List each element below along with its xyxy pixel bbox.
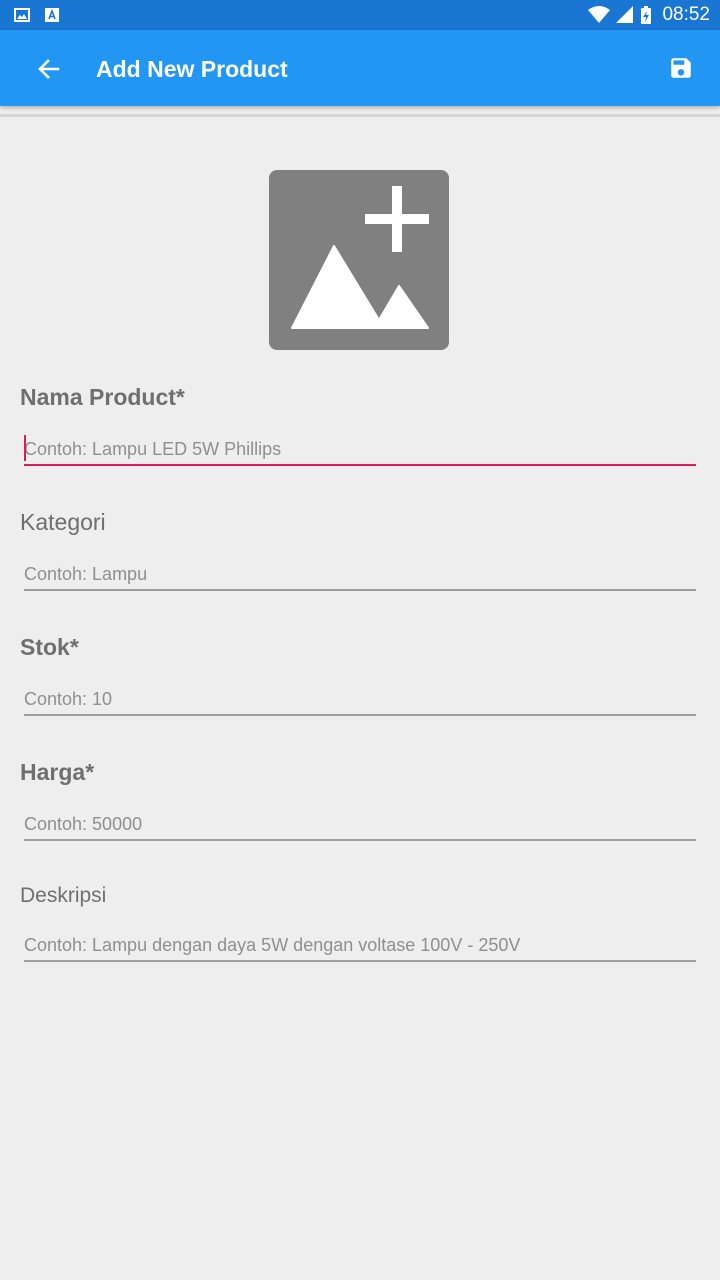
app-bar: Add New Product [0,30,720,106]
price-label: Harga* [20,759,95,785]
description-underline [24,960,696,962]
arrow-back-icon [38,59,60,79]
stock-label: Stok* [20,634,79,660]
price-input[interactable] [24,807,696,841]
page-title: Add New Product [96,56,288,82]
description-input[interactable] [24,928,696,962]
stock-underline [24,714,696,716]
status-bar: 08:52 [0,0,720,30]
back-button[interactable] [34,54,64,84]
text-notification-icon [45,8,59,22]
battery-charging-icon [641,6,652,24]
category-input[interactable] [24,557,696,591]
product-name-input[interactable] [24,432,696,466]
product-name-underline [24,464,696,466]
description-label: Deskripsi [20,884,107,907]
divider [0,114,720,117]
price-underline [24,839,696,841]
gallery-notification-icon [14,8,30,22]
cell-signal-icon [616,6,634,23]
text-cursor [24,435,26,461]
floppy-disk-icon [671,58,691,78]
category-label: Kategori [20,509,106,535]
stock-input[interactable] [24,682,696,716]
wifi-icon [588,6,611,23]
status-time: 08:52 [662,4,710,25]
category-underline [24,589,696,591]
save-button[interactable] [668,55,694,81]
product-name-label: Nama Product* [20,384,185,410]
product-image-picker[interactable] [269,170,449,350]
add-photo-icon [291,186,429,329]
